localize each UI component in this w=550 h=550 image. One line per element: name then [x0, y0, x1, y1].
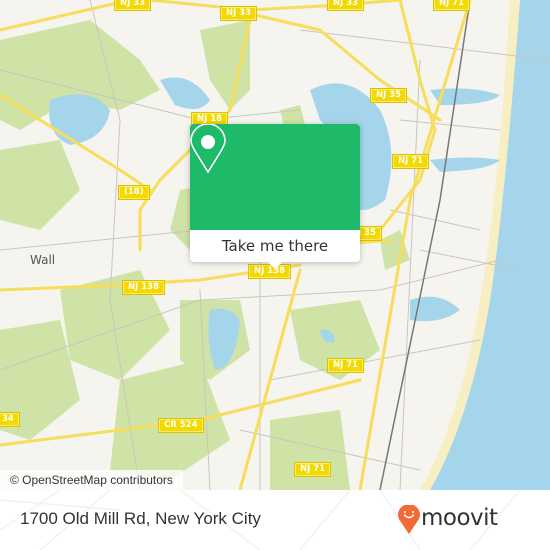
route-shield-cr524: CR 524 [159, 419, 203, 432]
popup-pointer [266, 260, 284, 269]
take-me-there-button[interactable]: Take me there [190, 230, 360, 262]
route-shield-nj138: NJ 138 [123, 281, 164, 294]
place-label-wall: Wall [30, 253, 56, 267]
route-shield-nj33: NJ 33 [328, 0, 364, 10]
brand-name: moovit [421, 505, 498, 531]
footer-bar: 1700 Old Mill Rd, New York City moovit [0, 490, 550, 550]
route-shield-nj35: NJ 35 [371, 89, 407, 102]
route-shield-nj71: NJ 71 [328, 359, 364, 372]
popup-header [190, 124, 360, 230]
route-shield-18: (18) [119, 186, 149, 199]
route-shield-nj71: NJ 71 [434, 0, 470, 10]
route-shield-34: 34 [0, 413, 19, 426]
route-shield-nj71: NJ 71 [295, 463, 331, 476]
map-pin-icon [190, 124, 226, 174]
map-view[interactable]: NJ 33 NJ 33 NJ 33 NJ 71 NJ 35 NJ 18 NJ 7… [0, 0, 550, 490]
route-shield-nj71: NJ 71 [393, 155, 429, 168]
location-popup: Take me there [190, 124, 360, 269]
route-shield-nj33: NJ 33 [115, 0, 151, 10]
address-text: 1700 Old Mill Rd, New York City [20, 509, 261, 528]
moovit-pin-icon [398, 505, 420, 534]
route-shield-nj33: NJ 33 [221, 7, 257, 20]
map-attribution[interactable]: © OpenStreetMap contributors [0, 470, 183, 490]
